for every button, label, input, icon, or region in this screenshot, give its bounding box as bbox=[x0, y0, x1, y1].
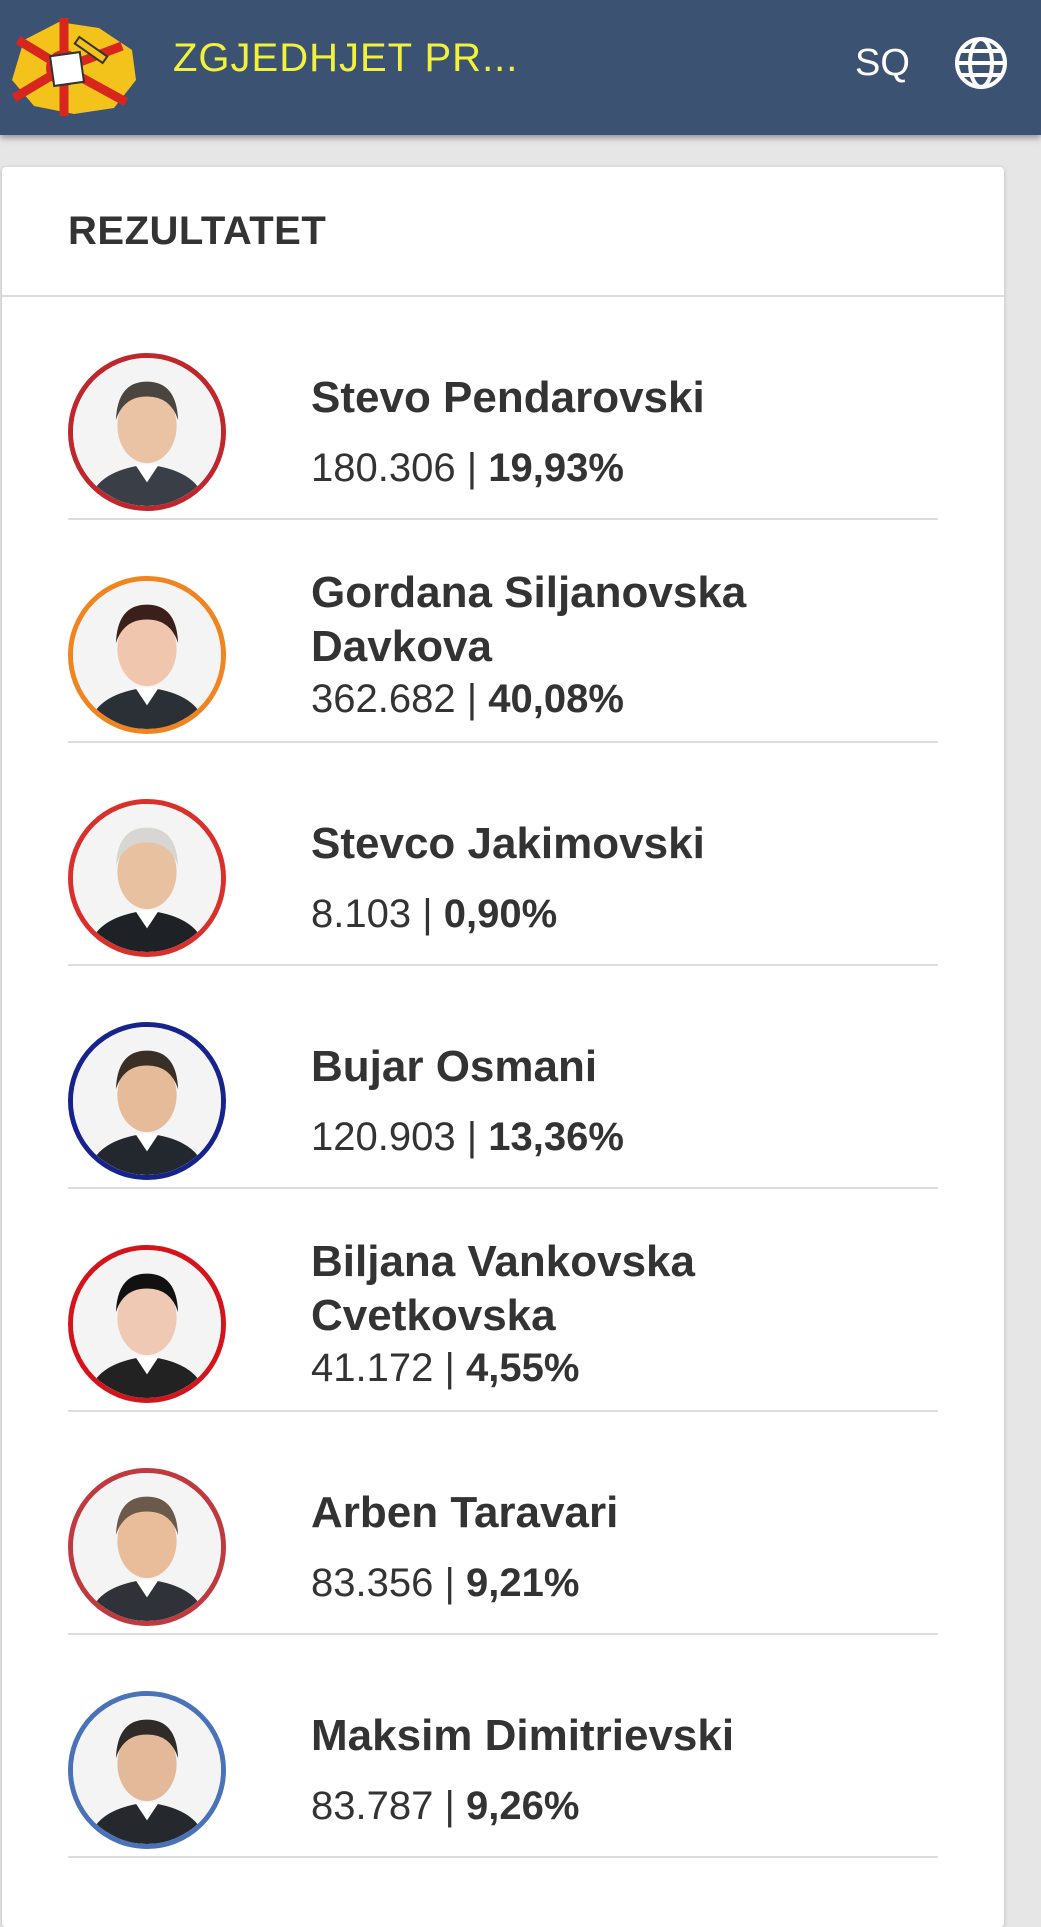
stats-separator: | bbox=[433, 1784, 466, 1828]
candidate-row[interactable]: Stevco Jakimovski 8.103 | 0,90% bbox=[68, 743, 938, 966]
candidate-photo bbox=[68, 353, 226, 511]
candidate-name: Stevco Jakimovski bbox=[311, 819, 705, 868]
stats-separator: | bbox=[455, 446, 489, 490]
candidate-info: Stevo Pendarovski 180.306 | 19,93% bbox=[311, 371, 938, 493]
vote-count: 8.103 bbox=[311, 892, 412, 936]
candidate-name: Arben Taravari bbox=[311, 1488, 619, 1537]
stats-separator: | bbox=[433, 1561, 466, 1605]
language-selector[interactable]: SQ bbox=[855, 42, 910, 85]
results-card-header: REZULTATET bbox=[2, 167, 1004, 297]
stats-separator: | bbox=[411, 892, 444, 936]
candidate-photo bbox=[68, 1022, 226, 1180]
candidate-stats: 83.356 | 9,21% bbox=[311, 1558, 938, 1608]
vote-percentage: 9,26% bbox=[465, 1784, 580, 1828]
results-card: REZULTATET Stevo Pendarovski 180.306 | 19… bbox=[2, 167, 1004, 1927]
candidate-row[interactable]: Bujar Osmani 120.903 | 13,36% bbox=[68, 966, 938, 1189]
candidate-photo bbox=[68, 1468, 226, 1626]
candidate-list: Stevo Pendarovski 180.306 | 19,93% Gordana… bbox=[2, 297, 1004, 1858]
candidate-stats: 8.103 | 0,90% bbox=[311, 889, 938, 939]
candidate-name: Gordana Siljanovska Davkova bbox=[311, 568, 747, 671]
candidate-stats: 362.682 | 40,08% bbox=[311, 674, 938, 724]
vote-percentage: 4,55% bbox=[465, 1346, 580, 1390]
candidate-row[interactable]: Stevo Pendarovski 180.306 | 19,93% bbox=[68, 297, 938, 520]
candidate-name: Maksim Dimitrievski bbox=[311, 1711, 735, 1760]
stats-separator: | bbox=[455, 1115, 489, 1159]
candidate-stats: 120.903 | 13,36% bbox=[311, 1112, 938, 1162]
vote-count: 362.682 bbox=[311, 677, 456, 721]
candidate-photo bbox=[68, 576, 226, 734]
candidate-name: Biljana Vankovska Cvetkovska bbox=[311, 1237, 695, 1340]
candidate-row[interactable]: Arben Taravari 83.356 | 9,21% bbox=[68, 1412, 938, 1635]
stats-separator: | bbox=[455, 677, 489, 721]
vote-percentage: 0,90% bbox=[443, 892, 558, 936]
candidate-info: Maksim Dimitrievski 83.787 | 9,26% bbox=[311, 1709, 938, 1831]
candidate-row[interactable]: Biljana Vankovska Cvetkovska 41.172 | 4,5… bbox=[68, 1189, 938, 1412]
vote-count: 83.356 bbox=[311, 1561, 434, 1605]
candidate-stats: 180.306 | 19,93% bbox=[311, 443, 938, 493]
vote-percentage: 40,08% bbox=[488, 677, 624, 721]
globe-icon[interactable] bbox=[953, 35, 1009, 91]
app-title: ZGJEDHJET PR... bbox=[173, 36, 519, 80]
vote-count: 83.787 bbox=[311, 1784, 434, 1828]
candidate-info: Bujar Osmani 120.903 | 13,36% bbox=[311, 1040, 938, 1162]
vote-count: 120.903 bbox=[311, 1115, 456, 1159]
results-title: REZULTATET bbox=[68, 208, 327, 253]
top-app-bar: ZGJEDHJET PR... SQ bbox=[0, 0, 1041, 135]
candidate-photo bbox=[68, 799, 226, 957]
vote-count: 180.306 bbox=[311, 446, 456, 490]
candidate-photo bbox=[68, 1691, 226, 1849]
vote-percentage: 13,36% bbox=[488, 1115, 624, 1159]
candidate-info: Stevco Jakimovski 8.103 | 0,90% bbox=[311, 817, 938, 939]
candidate-name: Bujar Osmani bbox=[311, 1042, 598, 1091]
candidate-info: Gordana Siljanovska Davkova 362.682 | 40,… bbox=[311, 566, 938, 724]
vote-count: 41.172 bbox=[311, 1346, 434, 1390]
candidate-row[interactable]: Maksim Dimitrievski 83.787 | 9,26% bbox=[68, 1635, 938, 1858]
vote-percentage: 19,93% bbox=[488, 446, 624, 490]
candidate-info: Arben Taravari 83.356 | 9,21% bbox=[311, 1486, 938, 1608]
candidate-stats: 41.172 | 4,55% bbox=[311, 1343, 938, 1393]
vote-percentage: 9,21% bbox=[465, 1561, 580, 1605]
candidate-stats: 83.787 | 9,26% bbox=[311, 1781, 938, 1831]
candidate-info: Biljana Vankovska Cvetkovska 41.172 | 4,5… bbox=[311, 1235, 938, 1393]
macedonia-ballot-logo-icon[interactable] bbox=[4, 10, 140, 120]
candidate-name: Stevo Pendarovski bbox=[311, 373, 705, 422]
candidate-photo bbox=[68, 1245, 226, 1403]
candidate-row[interactable]: Gordana Siljanovska Davkova 362.682 | 40,… bbox=[68, 520, 938, 743]
stats-separator: | bbox=[433, 1346, 466, 1390]
